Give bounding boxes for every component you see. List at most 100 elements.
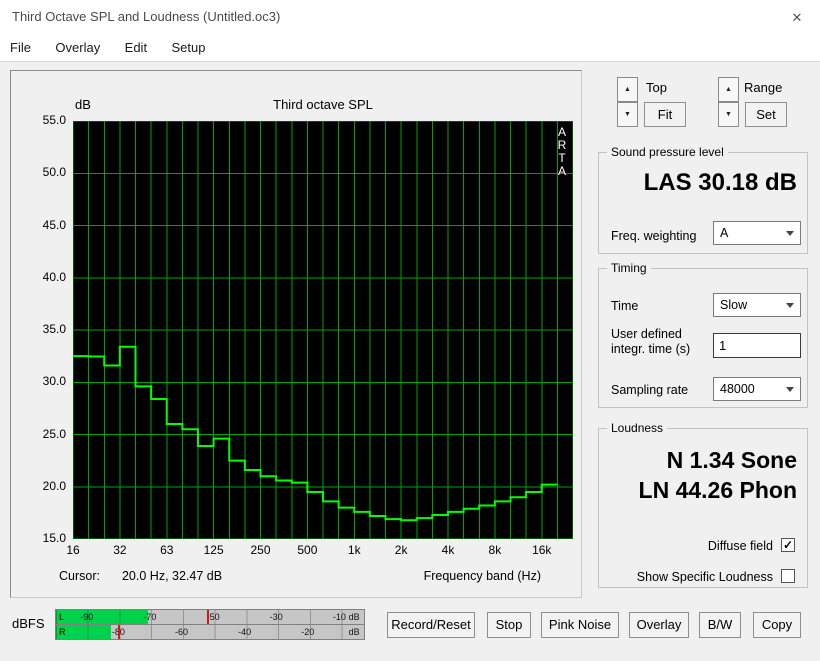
cursor-value: 20.0 Hz, 32.47 dB [121,569,223,583]
integr-time-input[interactable] [713,333,801,358]
x-axis-tick-label: 16 [66,543,80,557]
close-icon[interactable]: ✕ [786,7,808,29]
meter-scale-label: -30 [269,612,283,622]
loudness-group-title: Loudness [607,421,668,435]
chart-panel: dB Third octave SPL 55.0 50.0 45.0 40.0 35.0… [10,70,582,598]
x-axis-tick-label: 4k [441,543,455,557]
top-label: Top [646,80,667,95]
chart-title: Third octave SPL [273,97,373,112]
menu-bar: File Overlay Edit Setup [0,34,820,62]
menu-overlay[interactable]: Overlay [45,34,110,61]
x-axis-tick-label: 16k [532,543,552,557]
y-axis-tick-label: 40.0 [42,269,66,284]
range-label: Range [744,80,783,95]
right-peak-indicator [117,625,120,639]
up-arrow-icon: ▲ [725,86,732,93]
x-axis-tick-label: 500 [297,543,318,557]
set-button[interactable]: Set [745,102,787,127]
diffuse-field-label[interactable]: Diffuse field [611,539,773,553]
x-axis-tick-label: 250 [250,543,271,557]
x-axis-tick-label: 32 [113,543,127,557]
chevron-down-icon [786,303,794,308]
up-arrow-icon: ▲ [624,86,631,93]
copy-button[interactable]: Copy [753,612,801,638]
fit-button[interactable]: Fit [644,102,686,127]
level-meter-right-row: R -80-60-40-20dB [56,625,364,639]
meter-scale-label: -60 [174,627,189,637]
chevron-down-icon [786,387,794,392]
x-axis-tick-label: 1k [347,543,361,557]
meter-unit-label: dB [348,627,360,637]
sampling-rate-select[interactable]: 48000 [713,377,801,401]
spl-group-title: Sound pressure level [607,145,728,159]
timing-group: Timing Time Slow User defined integr. ti… [598,261,808,408]
pink-noise-button[interactable]: Pink Noise [541,612,619,638]
freq-weighting-label: Freq. weighting [611,229,697,243]
sampling-rate-value: 48000 [720,382,755,396]
y-axis-tick-label: 30.0 [42,374,66,389]
meter-unit-label: dB [348,612,360,622]
loudness-phon-value: LN 44.26 Phon [638,477,797,503]
meter-scale-label: -40 [238,627,252,637]
spl-value: LAS 30.18 dB [643,169,797,196]
down-arrow-icon: ▼ [725,111,732,118]
y-axis-tick-label: 50.0 [42,165,66,180]
integr-time-label: User defined integr. time (s) [611,327,691,356]
menu-file[interactable]: File [0,34,41,61]
dbfs-label: dBFS [12,616,45,631]
freq-weighting-value: A [720,226,729,240]
meter-scale-label: -20 [301,627,315,637]
x-axis-title: Frequency band (Hz) [423,569,541,583]
y-axis-tick-label: 45.0 [42,217,66,232]
left-channel-label: L [59,612,65,622]
show-specific-loudness-checkbox[interactable] [781,569,795,583]
spl-plot[interactable] [72,120,574,540]
time-value: Slow [720,298,748,312]
spl-plot-svg[interactable] [72,120,574,540]
freq-weighting-select[interactable]: A [713,221,801,245]
menu-setup[interactable]: Setup [162,34,216,61]
y-axis-tick-label: 35.0 [42,322,66,336]
loudness-sone-value: N 1.34 Sone [666,447,797,473]
cursor-readout: Cursor: 20.0 Hz, 32.47 dB [59,569,222,583]
top-down-button[interactable]: ▼ [617,102,638,127]
overlay-button[interactable]: Overlay [629,612,689,638]
x-axis-tick-labels: 16 32 63 125 250 500 1k 2k 4k 8k 16k [11,543,583,559]
left-peak-indicator [206,610,209,624]
down-arrow-icon: ▼ [624,111,631,118]
loudness-group: Loudness N 1.34 Sone LN 44.26 Phon Diffu… [598,421,808,588]
level-meter-left-row: L -90 -70 -50 -30 -10 dB [56,610,364,624]
x-axis-tick-label: 125 [203,543,224,557]
left-level-bar [56,610,149,624]
spl-group: Sound pressure level LAS 30.18 dB Freq. … [598,145,808,254]
y-axis-tick-label: 20.0 [42,478,66,493]
x-axis-tick-label: 2k [394,543,408,557]
right-channel-label: R [59,627,66,637]
menu-edit[interactable]: Edit [115,34,157,61]
top-up-button[interactable]: ▲ [617,77,638,102]
time-select[interactable]: Slow [713,293,801,317]
arta-watermark: ARTA [557,125,567,178]
y-axis-tick-label: 55.0 [42,113,66,127]
record-reset-button[interactable]: Record/Reset [387,612,475,638]
range-down-button[interactable]: ▼ [718,102,739,127]
chevron-down-icon [786,231,794,236]
x-axis-tick-label: 63 [160,543,174,557]
sampling-rate-label: Sampling rate [611,383,689,397]
show-specific-loudness-label[interactable]: Show Specific Loudness [611,570,773,584]
range-up-button[interactable]: ▲ [718,77,739,102]
x-axis-tick-label: 8k [488,543,502,557]
meter-scale-label: -70 [143,612,157,622]
y-axis-tick-label: 25.0 [42,426,66,441]
diffuse-field-checkbox[interactable]: ✓ [781,538,795,552]
timing-group-title: Timing [607,261,651,275]
stop-button[interactable]: Stop [487,612,531,638]
meter-scale-label: -90 [80,612,94,622]
time-label: Time [611,299,639,313]
title-bar: Third Octave SPL and Loudness (Untitled.… [0,0,820,34]
window-title: Third Octave SPL and Loudness (Untitled.… [12,9,281,24]
level-meter: L -90-70-50-30-10dB R -80-60-40-20dB [55,609,365,640]
meter-scale-label: -10 [332,612,346,622]
cursor-prefix-label: Cursor: [59,569,100,583]
bw-button[interactable]: B/W [699,612,741,638]
